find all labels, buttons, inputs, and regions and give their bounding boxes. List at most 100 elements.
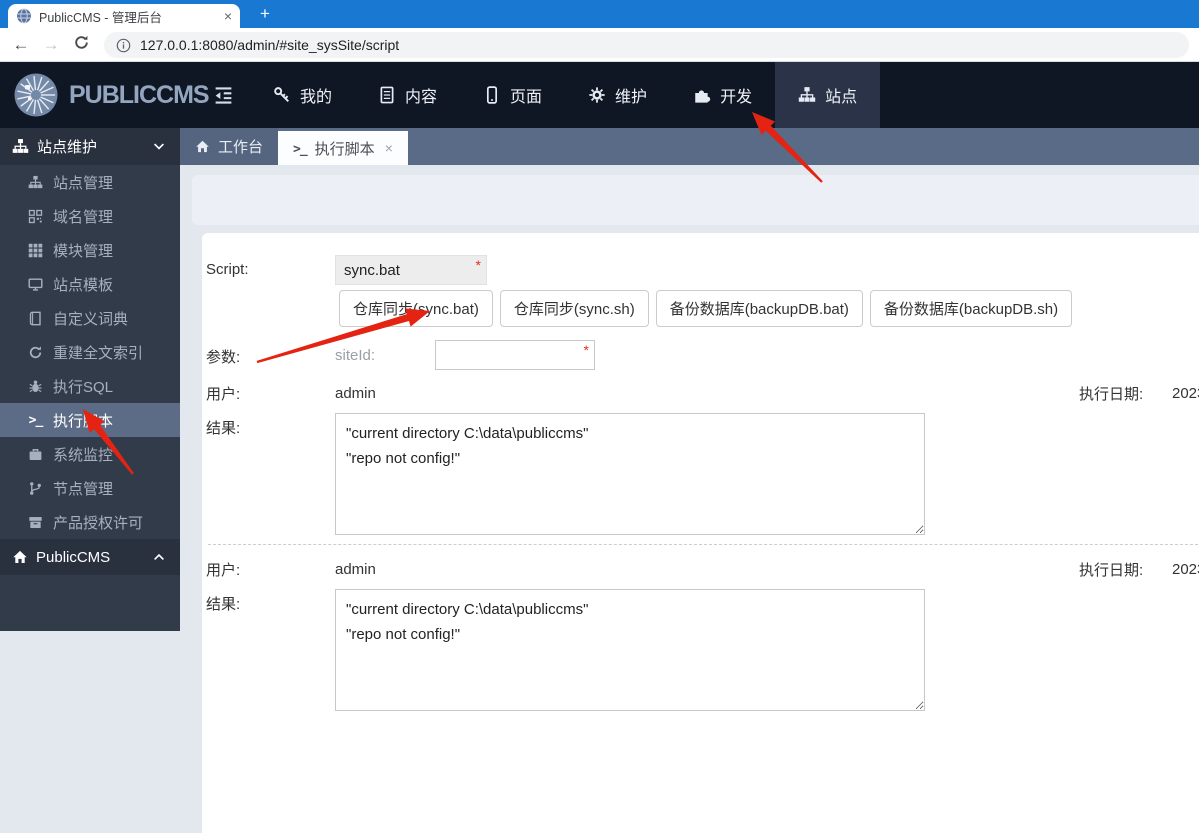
- url-field[interactable]: 127.0.0.1:8080/admin/#site_sysSite/scrip…: [104, 32, 1189, 58]
- url-text: 127.0.0.1:8080/admin/#site_sysSite/scrip…: [140, 37, 400, 53]
- toolbar-panel: [192, 175, 1199, 225]
- sidebar-item-label: 模块管理: [53, 242, 114, 260]
- result-textarea[interactable]: [335, 413, 925, 535]
- sidebar-section-title: 站点维护: [37, 139, 98, 156]
- nav-item-mobile[interactable]: 页面: [460, 62, 565, 128]
- sidebar-item-label: 域名管理: [53, 208, 114, 226]
- date-label: 执行日期:: [1079, 561, 1144, 579]
- puzzle-icon: [693, 86, 711, 104]
- nav-item-label: 维护: [615, 89, 648, 106]
- page-tab-active[interactable]: >_ 执行脚本 ×: [278, 131, 408, 165]
- app-topnav: PUBLICCMS 我的 内容 页面 维护 开发 站点: [0, 62, 1199, 128]
- script-field[interactable]: *: [335, 255, 487, 285]
- browser-tab-title: PublicCMS - 管理后台: [39, 10, 162, 25]
- params-label: 参数:: [206, 349, 241, 366]
- record-user-row: 用户: admin 执行日期: 2023: [206, 556, 1199, 582]
- sidebar-section-header[interactable]: 站点维护: [0, 128, 180, 165]
- chevron-down-icon: [152, 139, 166, 153]
- favicon-globe-icon: [16, 8, 32, 24]
- user-value: admin: [335, 560, 376, 578]
- main-content: Script: * 仓库同步(sync.bat)仓库同步(sync.sh)备份数…: [180, 165, 1199, 833]
- sidebar-item-branch[interactable]: 节点管理: [0, 471, 180, 505]
- sidebar-footer-header[interactable]: PublicCMS: [0, 539, 180, 575]
- required-mark: *: [583, 342, 589, 358]
- app-logo-text: PUBLICCMS: [69, 80, 210, 109]
- sidebar-item-sitemap[interactable]: 站点管理: [0, 165, 180, 199]
- user-value: admin: [335, 384, 376, 402]
- sidebar-item-label: 站点管理: [53, 174, 114, 192]
- back-icon[interactable]: ←: [6, 35, 36, 55]
- new-tab-button[interactable]: +: [254, 3, 276, 25]
- sidebar-toggle-outdent-icon[interactable]: [196, 62, 250, 128]
- nav-item-sitemap[interactable]: 站点: [775, 62, 881, 128]
- user-label: 用户:: [206, 385, 241, 403]
- nav-item-label: 开发: [720, 89, 753, 106]
- nav-item-label: 站点: [825, 89, 858, 106]
- script-preset-button-1[interactable]: 仓库同步(sync.sh): [499, 290, 649, 327]
- sidebar-item-grid[interactable]: 模块管理: [0, 233, 180, 267]
- sidebar-item-archive[interactable]: 产品授权许可: [0, 505, 180, 539]
- terminal-icon: >_: [28, 412, 44, 428]
- result-textarea[interactable]: [335, 589, 925, 711]
- forward-icon: →: [42, 34, 60, 54]
- key-icon: [273, 86, 291, 104]
- sitemap-icon: [798, 86, 816, 104]
- required-mark: *: [475, 257, 481, 273]
- record-result-row: 结果:: [206, 413, 1199, 535]
- info-icon[interactable]: [116, 38, 131, 53]
- sitemap-icon: [12, 138, 29, 155]
- siteid-input[interactable]: [436, 341, 594, 369]
- record-user-row: 用户: admin 执行日期: 2023: [206, 380, 1199, 406]
- home-icon: [195, 139, 210, 154]
- result-label: 结果:: [206, 596, 241, 613]
- sidebar-item-label: 产品授权许可: [53, 514, 144, 532]
- app-logo[interactable]: PUBLICCMS: [0, 62, 210, 128]
- bug-icon: [27, 379, 44, 394]
- reload-icon[interactable]: [66, 34, 96, 56]
- script-preset-button-0[interactable]: 仓库同步(sync.bat): [339, 290, 493, 327]
- sidebar-item-label: 站点模板: [53, 276, 114, 294]
- user-label: 用户:: [206, 561, 241, 579]
- nav-item-label: 页面: [510, 89, 543, 106]
- siteid-field[interactable]: *: [435, 340, 595, 370]
- form-panel: Script: * 仓库同步(sync.bat)仓库同步(sync.sh)备份数…: [202, 233, 1199, 833]
- script-input[interactable]: [336, 256, 486, 284]
- script-preset-button-3[interactable]: 备份数据库(backupDB.sh): [869, 290, 1073, 327]
- chevron-up-icon: [152, 550, 166, 564]
- tab-close-icon[interactable]: ×: [224, 9, 232, 23]
- publiccms-logo-icon: [13, 72, 59, 118]
- sidebar-item-refresh[interactable]: 重建全文索引: [0, 335, 180, 369]
- sidebar-item-label: 重建全文索引: [53, 344, 144, 362]
- browser-tab[interactable]: PublicCMS - 管理后台 ×: [8, 4, 240, 28]
- sidebar-item-bug[interactable]: 执行SQL: [0, 369, 180, 403]
- sidebar-item-briefcase[interactable]: 系统监控: [0, 437, 180, 471]
- siteid-label: siteId:: [335, 347, 376, 364]
- nav-item-label: 我的: [300, 89, 333, 106]
- record-result-row: 结果:: [206, 589, 1199, 711]
- nav-item-gear[interactable]: 维护: [565, 62, 670, 128]
- page-tab-workbench[interactable]: 工作台: [180, 128, 279, 165]
- nav-item-puzzle[interactable]: 开发: [670, 62, 775, 128]
- refresh-icon: [27, 345, 44, 360]
- sidebar-footer-title: PublicCMS: [36, 548, 111, 566]
- sidebar-item-label: 自定义词典: [53, 310, 129, 328]
- browser-titlebar: PublicCMS - 管理后台 × +: [0, 0, 1199, 28]
- script-preset-button-2[interactable]: 备份数据库(backupDB.bat): [655, 290, 863, 327]
- sidebar-item-book[interactable]: 自定义词典: [0, 301, 180, 335]
- nav-item-file[interactable]: 内容: [355, 62, 460, 128]
- desktop-icon: [27, 277, 44, 292]
- book-icon: [27, 311, 44, 326]
- file-icon: [378, 86, 396, 104]
- sidebar-item-desktop[interactable]: 站点模板: [0, 267, 180, 301]
- result-label: 结果:: [206, 420, 241, 437]
- sidebar-item-label: 节点管理: [53, 480, 114, 498]
- tab-close-icon[interactable]: ×: [385, 140, 393, 156]
- sidebar-item-terminal[interactable]: >_ 执行脚本: [0, 403, 180, 437]
- nav-item-key[interactable]: 我的: [250, 62, 355, 128]
- record-separator: [208, 544, 1199, 545]
- script-label: Script:: [206, 261, 249, 278]
- archive-icon: [27, 515, 44, 530]
- sidebar-item-label: 执行脚本: [53, 412, 114, 430]
- home-icon: [12, 549, 28, 565]
- sidebar-item-qrcode[interactable]: 域名管理: [0, 199, 180, 233]
